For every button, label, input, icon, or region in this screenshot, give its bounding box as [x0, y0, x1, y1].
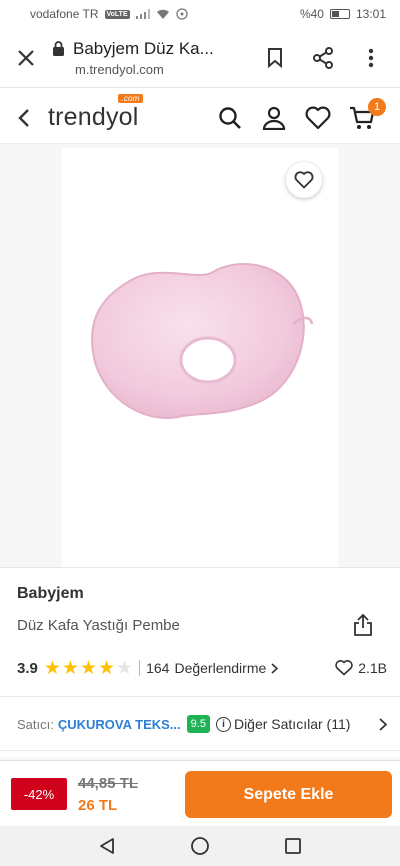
reviews-link[interactable]: 164 Değerlendirme [146, 660, 279, 676]
cart-count-badge: 1 [368, 97, 386, 116]
share-product-button[interactable] [350, 612, 376, 638]
nav-recents-button[interactable] [275, 828, 311, 864]
account-button[interactable] [258, 102, 290, 134]
battery-percent: %40 [299, 7, 324, 21]
cart-button[interactable]: 1 [346, 97, 386, 134]
favorites-count[interactable]: 2.1B [335, 660, 387, 676]
site-header: trendyol .com 1 [0, 92, 400, 144]
favorites-value: 2.1B [358, 660, 387, 676]
page-url: m.trendyol.com [75, 61, 164, 77]
star-filled-icon: ★ [61, 657, 79, 679]
logo-badge: .com [118, 94, 143, 103]
discount-badge: -42% [11, 778, 67, 810]
signal-icon [135, 9, 150, 19]
product-image [91, 263, 314, 419]
chevron-right-icon[interactable] [379, 717, 387, 731]
bookmark-icon [268, 47, 282, 68]
reviews-label: Değerlendirme [174, 660, 267, 676]
divider [0, 696, 400, 697]
reviews-count: 164 [146, 660, 170, 676]
system-navigation-bar [0, 826, 400, 866]
user-icon [262, 106, 286, 130]
seller-label: Satıcı: [17, 716, 54, 732]
seller-row: Satıcı: ÇUKUROVA TEKS... 9.5 i Diğer Sat… [17, 711, 387, 737]
separator [139, 660, 141, 676]
info-icon: i [215, 716, 231, 732]
clock: 13:01 [355, 7, 386, 21]
favorites-button[interactable] [302, 102, 334, 134]
product-brand[interactable]: Babyjem [17, 585, 84, 603]
page-title: Babyjem Düz Ka... [73, 38, 214, 58]
lock-icon [53, 41, 64, 56]
trendyol-logo[interactable]: trendyol .com [48, 94, 143, 132]
bookmark-button[interactable] [254, 37, 296, 79]
divider [0, 750, 400, 751]
other-sellers-link[interactable]: i Diğer Satıcılar (11) [215, 716, 351, 732]
browser-menu-button[interactable] [350, 37, 392, 79]
nav-home-button[interactable] [182, 828, 218, 864]
star-filled-icon: ★ [43, 657, 61, 679]
nav-back-button[interactable] [89, 828, 125, 864]
seller-score-badge: 9.5 [186, 715, 210, 733]
chevron-left-icon [18, 108, 29, 127]
carrier-name: vodafone TR [30, 7, 99, 21]
share-icon [313, 46, 333, 69]
original-price: 44,85 TL [78, 775, 139, 792]
square-recents-icon [285, 838, 302, 854]
divider [0, 567, 400, 568]
star-filled-icon: ★ [98, 657, 116, 679]
add-to-cart-button[interactable]: Sepete Ekle [185, 771, 392, 818]
heart-icon [335, 660, 353, 676]
address-bar[interactable]: Babyjem Düz Ka... m.trendyol.com [52, 39, 254, 77]
logo-text: trendyol [48, 103, 139, 131]
status-bar: vodafone TR VoLTE %40 13:01 [0, 0, 400, 28]
more-vertical-icon [368, 48, 374, 67]
product-name: Düz Kafa Yastığı Pembe [17, 617, 180, 634]
triangle-back-icon [99, 838, 114, 854]
close-icon [18, 49, 34, 66]
other-sellers-label: Diğer Satıcılar (11) [233, 716, 351, 732]
rating-value: 3.9 [17, 659, 38, 677]
sale-price: 26 TL [78, 797, 118, 814]
chevron-right-icon [271, 662, 279, 674]
share-page-button[interactable] [302, 37, 344, 79]
star-empty-icon: ★ [116, 657, 134, 679]
share-upload-icon [354, 614, 372, 636]
wifi-icon [156, 9, 169, 19]
search-button[interactable] [214, 102, 246, 134]
browser-toolbar: Babyjem Düz Ka... m.trendyol.com [0, 28, 400, 88]
close-tab-button[interactable] [0, 49, 52, 67]
heart-icon [305, 106, 331, 129]
rating-row: 3.9 ★ ★ ★ ★ ★ 164 Değerlendirme 2.1B [17, 656, 387, 680]
rating-stars: ★ ★ ★ ★ ★ [44, 659, 133, 678]
battery-icon [329, 9, 350, 19]
back-button[interactable] [0, 108, 48, 128]
heart-icon [294, 171, 314, 189]
circle-home-icon [191, 837, 209, 855]
volte-badge: VoLTE [104, 9, 130, 19]
add-to-favorites-button[interactable] [286, 162, 322, 198]
seller-name-link[interactable]: ÇUKUROVA TEKS... [58, 717, 181, 732]
purchase-bar: -42% 44,85 TL 26 TL Sepete Ekle [0, 760, 400, 826]
star-filled-icon: ★ [79, 657, 97, 679]
whatsapp-icon [175, 8, 188, 20]
search-icon [219, 106, 241, 129]
